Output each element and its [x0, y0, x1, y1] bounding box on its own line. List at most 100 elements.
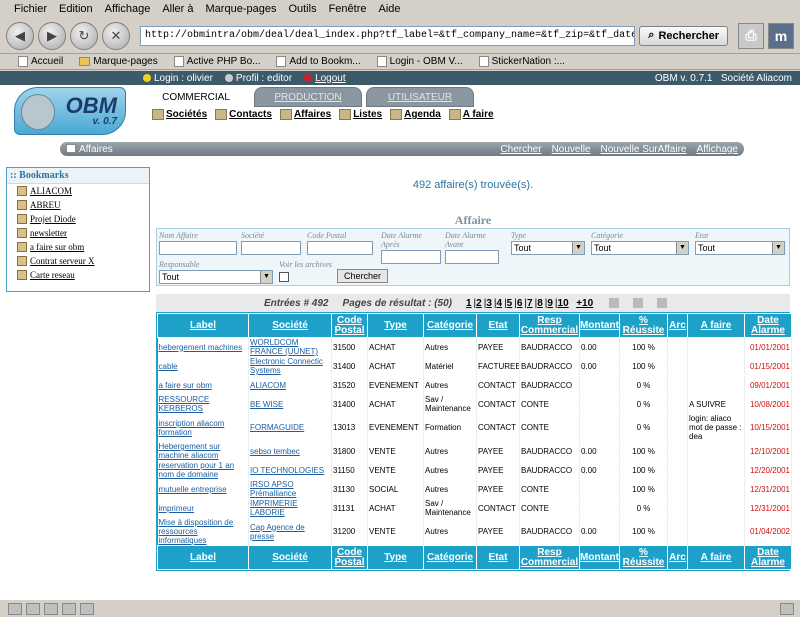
date-avant-input[interactable]: [445, 250, 499, 264]
bookmark-active-php[interactable]: Active PHP Bo...: [173, 56, 260, 67]
chat-icon[interactable]: [80, 602, 94, 615]
cell-label[interactable]: a faire sur obm: [157, 375, 249, 395]
table-row[interactable]: Mise à disposition de ressources informa…: [157, 517, 792, 546]
col-a-faire[interactable]: A faire: [687, 313, 745, 338]
page-link[interactable]: 3: [486, 298, 492, 309]
bookmark-login-obm[interactable]: Login - OBM V...: [376, 56, 463, 67]
stop-button[interactable]: ✕: [102, 21, 130, 50]
forward-button[interactable]: ▶: [38, 21, 66, 50]
page-link[interactable]: 6: [517, 298, 523, 309]
menu-outils[interactable]: Outils: [288, 3, 316, 15]
cell-label[interactable]: mutuelle entreprise: [157, 479, 249, 499]
col-date-alarme[interactable]: Date Alarme: [744, 545, 792, 570]
cell-label[interactable]: hebergement machines: [157, 337, 249, 357]
bookmark-accueil[interactable]: Accueil: [18, 56, 63, 67]
col-type[interactable]: Type: [367, 313, 424, 338]
table-row[interactable]: imprimeur IMPRIMERIE LABORIE 31131 ACHAT Sav…: [157, 498, 792, 518]
cell-societe[interactable]: IRSO APSO Prémalliance: [248, 479, 332, 499]
type-select[interactable]: Tout ▼: [511, 241, 585, 255]
bookmark-item[interactable]: Contrat serveur X: [7, 254, 149, 268]
col-montant[interactable]: Montant: [579, 313, 620, 338]
date-apres-input[interactable]: [381, 250, 441, 264]
cell-label[interactable]: RESSOURCE KERBEROS: [157, 394, 249, 414]
add-to-list-icon[interactable]: [633, 298, 644, 308]
cell-societe[interactable]: Electronic Connectic Systems: [248, 356, 332, 376]
societe-input[interactable]: [241, 241, 301, 255]
etat-select[interactable]: Tout ▼: [695, 241, 785, 255]
subnav-contacts[interactable]: Contacts: [215, 109, 272, 120]
cell-label[interactable]: Hebergement sur machine aliacom: [157, 441, 249, 461]
menu-fenetre[interactable]: Fenêtre: [329, 3, 367, 15]
page-link[interactable]: 8: [537, 298, 543, 309]
navigator-icon[interactable]: [8, 602, 22, 615]
responsable-select[interactable]: Tout ▼: [159, 270, 273, 284]
table-row[interactable]: Hebergement sur machine aliacom sebso tem…: [157, 441, 792, 461]
table-row[interactable]: reservation pour 1 an nom de domaine IO T…: [157, 460, 792, 480]
back-button[interactable]: ◀: [6, 21, 34, 50]
cell-societe[interactable]: BE WISE: [248, 394, 332, 414]
table-row[interactable]: hebergement machines WORLDCOM FRANCE (UUN…: [157, 337, 792, 357]
action-nouvelle[interactable]: Nouvelle: [552, 144, 591, 155]
categorie-select[interactable]: Tout ▼: [591, 241, 689, 255]
subnav-listes[interactable]: Listes: [339, 109, 382, 120]
menu-edition[interactable]: Edition: [59, 3, 93, 15]
table-row[interactable]: cable Electronic Connectic Systems 31400 AC…: [157, 356, 792, 376]
printer-icon[interactable]: ⎙: [738, 22, 764, 49]
subnav-societes[interactable]: Sociétés: [152, 109, 207, 120]
url-bar[interactable]: http://obmintra/obm/deal/deal_index.php?…: [140, 25, 636, 46]
tab-commercial[interactable]: COMMERCIAL: [142, 87, 250, 108]
col-code-postal[interactable]: Code Postal: [331, 313, 368, 338]
menu-affichage[interactable]: Affichage: [105, 3, 151, 15]
obm-logo[interactable]: OBM v. 0.7: [14, 87, 126, 135]
page-link[interactable]: 4: [497, 298, 503, 309]
bookmark-item[interactable]: newsletter: [7, 226, 149, 240]
cell-societe[interactable]: IMPRIMERIE LABORIE: [248, 498, 332, 518]
table-row[interactable]: inscription aliacom formation FORMAGUIDE 1…: [157, 413, 792, 442]
cell-societe[interactable]: Cap Agence de presse: [248, 517, 332, 546]
cell-societe[interactable]: sebso tembec: [248, 441, 332, 461]
next-pages-link[interactable]: +10: [576, 298, 593, 309]
col-categorie[interactable]: Catégorie: [423, 545, 477, 570]
page-link[interactable]: 1: [466, 298, 472, 309]
col-label[interactable]: Label: [157, 313, 249, 338]
cell-label[interactable]: reservation pour 1 an nom de domaine: [157, 460, 249, 480]
cell-societe[interactable]: WORLDCOM FRANCE (UUNET): [248, 337, 332, 357]
col-montant[interactable]: Montant: [579, 545, 620, 570]
cell-label[interactable]: inscription aliacom formation: [157, 413, 249, 442]
export-icon[interactable]: [657, 298, 668, 308]
col-arc[interactable]: Arc: [667, 313, 688, 338]
col-societe[interactable]: Société: [248, 545, 332, 570]
col-label[interactable]: Label: [157, 545, 249, 570]
page-link[interactable]: 5: [507, 298, 513, 309]
bookmark-item[interactable]: ABREU: [7, 198, 149, 212]
page-link[interactable]: 7: [527, 298, 533, 309]
cell-societe[interactable]: FORMAGUIDE: [248, 413, 332, 442]
cell-label[interactable]: Mise à disposition de ressources informa…: [157, 517, 249, 546]
bookmark-marque-pages[interactable]: Marque-pages: [79, 56, 158, 67]
table-row[interactable]: a faire sur obm ALIACOM 31520 EVENEMENT Autr…: [157, 375, 792, 395]
cell-societe[interactable]: ALIACOM: [248, 375, 332, 395]
bookmark-add-to[interactable]: Add to Bookm...: [276, 56, 361, 67]
col-etat[interactable]: Etat: [476, 545, 520, 570]
composer-icon[interactable]: [44, 602, 58, 615]
col-etat[interactable]: Etat: [476, 313, 520, 338]
col-reussite[interactable]: % Réussite: [619, 313, 668, 338]
subnav-a-faire[interactable]: A faire: [448, 109, 494, 120]
cell-label[interactable]: imprimeur: [157, 498, 249, 518]
col-a-faire[interactable]: A faire: [687, 545, 745, 570]
menu-aide[interactable]: Aide: [379, 3, 401, 15]
page-link[interactable]: 2: [476, 298, 482, 309]
page-link[interactable]: 10: [558, 298, 569, 309]
search-web-button[interactable]: ⌕ Rechercher: [639, 25, 728, 46]
bookmark-item[interactable]: a faire sur obm: [7, 240, 149, 254]
col-date-alarme[interactable]: Date Alarme: [744, 313, 792, 338]
table-row[interactable]: RESSOURCE KERBEROS BE WISE 31400 ACHAT Sav /…: [157, 394, 792, 414]
col-type[interactable]: Type: [367, 545, 424, 570]
next-page-icon[interactable]: [609, 298, 620, 308]
archives-checkbox[interactable]: [279, 272, 289, 282]
action-affichage[interactable]: Affichage: [696, 144, 738, 155]
col-reussite[interactable]: % Réussite: [619, 545, 668, 570]
tab-production[interactable]: PRODUCTION: [254, 87, 362, 107]
col-resp-commercial[interactable]: Resp Commercial: [519, 545, 580, 570]
bookmark-stickernation[interactable]: StickerNation :...: [478, 56, 565, 67]
